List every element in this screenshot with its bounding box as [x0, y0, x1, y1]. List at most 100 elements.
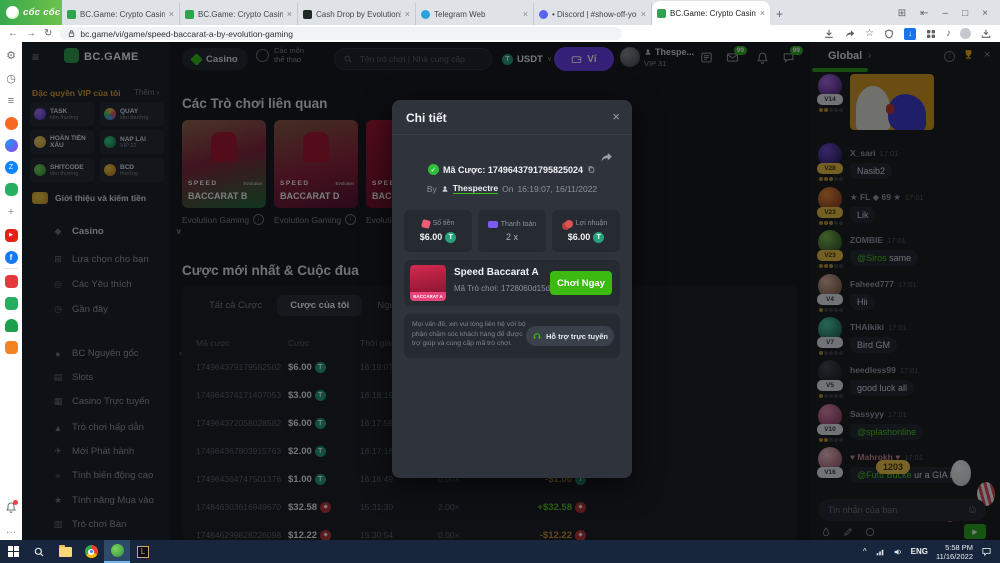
forward-button[interactable]: → [26, 28, 36, 39]
reload-button[interactable]: ↻ [44, 28, 52, 39]
modal-title: Chi tiết [406, 111, 447, 125]
telegram-favicon [421, 10, 430, 19]
bet-datetime: 16:19:07, 16/11/2022 [517, 184, 597, 194]
music-icon[interactable]: ♪ [946, 28, 951, 39]
tab-telegram[interactable]: Telegram Web × [416, 3, 534, 25]
share-bet-icon[interactable] [599, 150, 614, 165]
shop-green-icon[interactable] [4, 296, 18, 310]
coccoc-side-strip: ⚙ ◷ ≡ Z + ▶ f … [0, 42, 23, 540]
hat-app-icon[interactable] [4, 318, 18, 332]
profile-avatar[interactable] [960, 28, 971, 39]
shopee-icon[interactable] [4, 274, 18, 288]
bcgame-favicon [67, 10, 76, 19]
add-shortcut-icon[interactable]: + [4, 205, 18, 219]
notification-dot [13, 500, 18, 505]
copy-icon[interactable] [587, 165, 596, 174]
messenger-icon[interactable] [4, 138, 18, 152]
bet-by-row: By Thespectre On 16:19:07, 16/11/2022 [392, 183, 632, 194]
bet-author-link[interactable]: Thespectre [453, 183, 498, 194]
modal-bet-id: 1749643791795825024 [488, 165, 583, 175]
action-center-icon[interactable] [981, 546, 992, 557]
tab-title: BC.Game: Crypto Casino Gan [198, 10, 283, 19]
modal-close-icon[interactable]: × [612, 109, 620, 124]
cashdrop-favicon [303, 10, 312, 19]
hot-trends-icon[interactable] [4, 116, 18, 130]
reading-list-icon[interactable]: ≡ [4, 94, 18, 108]
youtube-icon[interactable]: ▶ [4, 228, 18, 242]
extensions-icon[interactable] [925, 28, 937, 40]
bcgame-favicon [657, 9, 666, 18]
modal-game-card: BACCARAT A Speed Baccarat A Mã Trò chơi:… [404, 260, 620, 306]
bet-id-row: ✓ Mã Cược: 1749643791795825024 [392, 164, 632, 175]
coccoc-taskbar-icon[interactable] [104, 540, 130, 563]
strip-divider [4, 268, 18, 269]
facebook-icon[interactable]: f [4, 250, 18, 264]
tab-bcgame-active[interactable]: BC.Game: Crypto Casino Gan × [652, 1, 770, 25]
downloads-tray-icon[interactable] [980, 28, 992, 40]
headset-icon [532, 331, 542, 341]
volume-icon[interactable] [893, 547, 903, 557]
play-now-button[interactable]: Chơi Ngay [550, 271, 612, 295]
tab-discord[interactable]: • Discord | #show-off-you × [534, 3, 652, 25]
file-explorer-icon[interactable] [52, 540, 78, 563]
reader-mode-icon[interactable]: ⊞ [898, 8, 906, 19]
share-icon[interactable] [844, 28, 856, 40]
tray-expand-icon[interactable]: ^ [863, 547, 867, 556]
save-page-icon[interactable] [823, 28, 835, 40]
bet-detail-modal: Chi tiết × ✓ Mã Cược: 174964379179582502… [392, 100, 632, 478]
tab-close-icon[interactable]: × [405, 9, 410, 19]
notifications-bell-icon[interactable] [4, 500, 18, 514]
tab-bcgame-1[interactable]: BC.Game: Crypto Casino Gan × [62, 3, 180, 25]
games-gamepad-icon[interactable] [4, 182, 18, 196]
tab-cashdrop[interactable]: Cash Drop by Evolution! Wo × [298, 3, 416, 25]
tab-title: BC.Game: Crypto Casino Gan [670, 9, 756, 18]
tab-title: Telegram Web [434, 10, 519, 19]
taskbar-search-icon[interactable] [26, 540, 52, 563]
tab-title: BC.Game: Crypto Casino Gan [80, 10, 165, 19]
language-indicator[interactable]: ENG [911, 547, 928, 556]
tab-close-icon[interactable]: × [641, 9, 646, 19]
tether-coin-icon [445, 232, 456, 243]
minimize-button[interactable]: – [943, 8, 949, 19]
settings-gear-icon[interactable]: ⚙ [4, 48, 18, 62]
download-manager-icon[interactable]: ↓ [904, 28, 916, 40]
game-thumbnail[interactable]: BACCARAT A [410, 265, 446, 301]
tether-coin-icon [593, 232, 604, 243]
modal-game-name: Speed Baccarat A [454, 267, 539, 278]
cart-icon[interactable] [4, 340, 18, 354]
close-window-button[interactable]: × [982, 8, 988, 19]
tab-bcgame-2[interactable]: BC.Game: Crypto Casino Gan × [180, 3, 298, 25]
tab-close-icon[interactable]: × [169, 9, 174, 19]
lock-icon [67, 29, 76, 38]
back-button[interactable]: ← [8, 28, 18, 39]
new-tab-button[interactable]: + [776, 7, 783, 21]
coccoc-brand[interactable]: cốc cốc [0, 0, 62, 25]
maximize-button[interactable]: □ [962, 8, 968, 19]
network-icon[interactable] [875, 547, 885, 557]
coccoc-brand-label: cốc cốc [23, 7, 60, 18]
stat-amount: Số tiền $6.00 [404, 210, 472, 252]
dice-icon [421, 219, 431, 229]
browser-tab-bar: cốc cốc BC.Game: Crypto Casino Gan × BC.… [0, 0, 1000, 25]
tab-close-icon[interactable]: × [760, 8, 765, 18]
chrome-icon[interactable] [78, 540, 104, 563]
pin-sidebar-icon[interactable]: ⇤ [920, 8, 928, 19]
shield-icon[interactable] [883, 28, 895, 40]
league-of-legends-icon[interactable]: L [130, 540, 156, 563]
support-button[interactable]: Hỗ trợ trực tuyến [526, 326, 614, 346]
start-button[interactable] [0, 540, 26, 563]
verified-shield-icon: ✓ [428, 164, 439, 175]
zalo-icon[interactable]: Z [4, 160, 18, 174]
url-text: bc.game/vi/game/speed-baccarat-a-by-evol… [80, 29, 293, 39]
browser-address-bar: ← → ↻ bc.game/vi/game/speed-baccarat-a-b… [0, 25, 1000, 42]
history-icon[interactable]: ◷ [4, 71, 18, 85]
tab-close-icon[interactable]: × [523, 9, 528, 19]
more-options-icon[interactable]: … [4, 523, 18, 537]
tab-close-icon[interactable]: × [287, 9, 292, 19]
discord-favicon [539, 10, 548, 19]
bookmark-star-icon[interactable]: ☆ [865, 28, 874, 39]
taskbar-clock[interactable]: 5:58 PM11/16/2022 [936, 543, 973, 561]
url-field[interactable]: bc.game/vi/game/speed-baccarat-a-by-evol… [60, 27, 622, 40]
tab-title: Cash Drop by Evolution! Wo [316, 10, 401, 19]
tab-title: • Discord | #show-off-you [552, 10, 637, 19]
